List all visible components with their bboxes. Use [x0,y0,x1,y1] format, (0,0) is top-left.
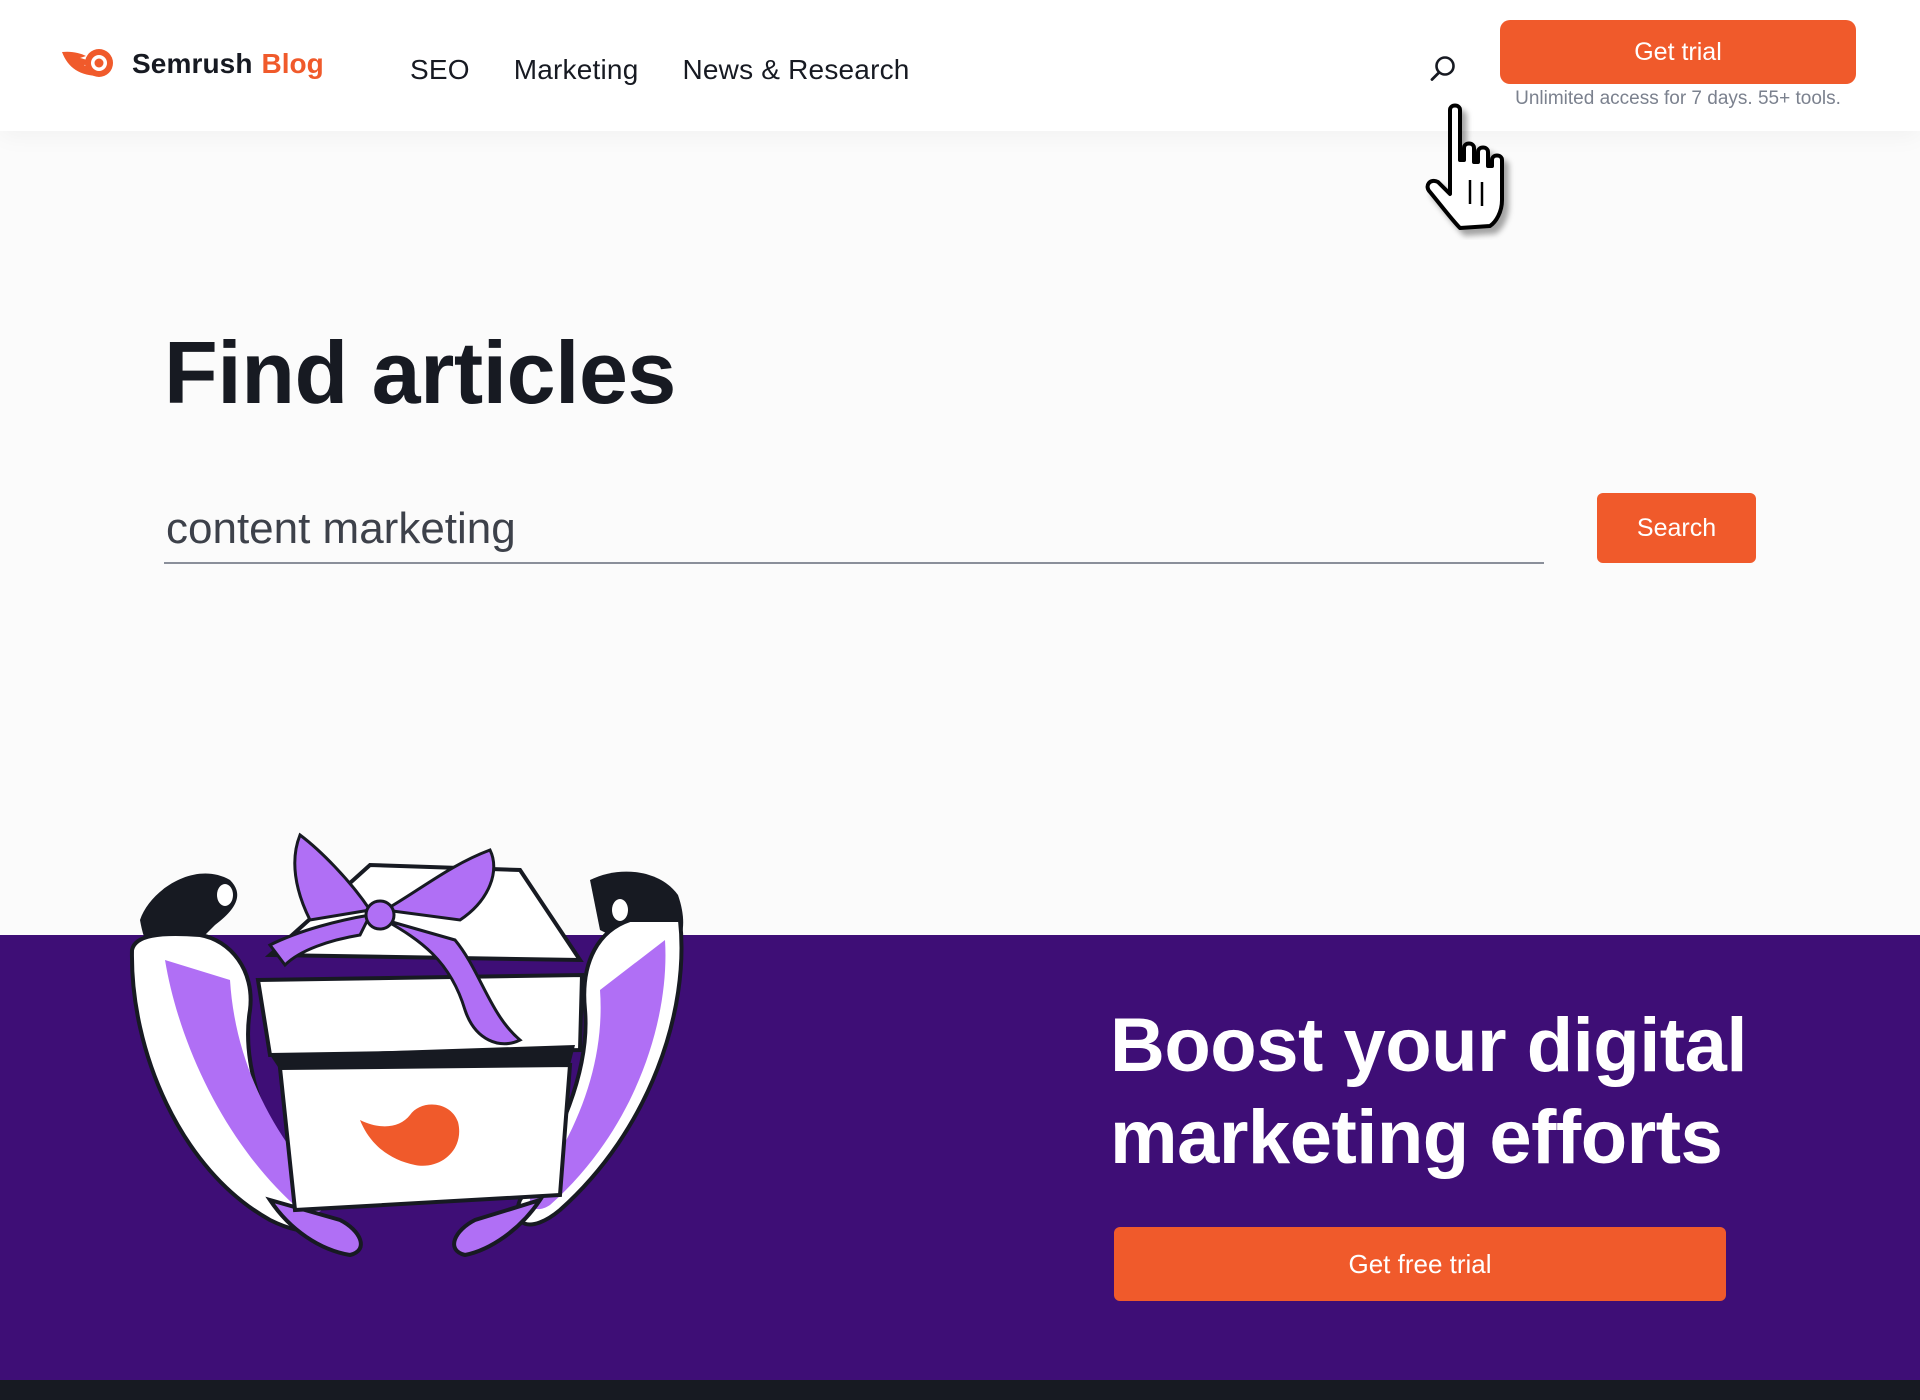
search-icon[interactable] [1428,54,1458,84]
main-nav: SEO Marketing News & Research [410,48,910,92]
page-title: Find articles [164,323,676,422]
site-header: Semrush Blog SEO Marketing News & Resear… [0,0,1920,131]
page: Semrush Blog SEO Marketing News & Resear… [0,0,1920,1400]
search-button[interactable]: Search [1597,493,1756,563]
promo-heading: Boost your digital marketing efforts [1110,1003,1748,1180]
gift-box-hands-illustration [129,832,684,1258]
semrush-blog-logo[interactable]: Semrush Blog [60,44,324,84]
semrush-logo-icon [62,49,113,77]
article-search-input[interactable] [164,496,1544,564]
footer-strip [0,1380,1920,1400]
nav-item-seo[interactable]: SEO [410,48,470,92]
brand-suffix: Blog [261,48,324,79]
trial-note: Unlimited access for 7 days. 55+ tools. [1515,88,1841,109]
get-free-trial-button[interactable]: Get free trial [1114,1227,1726,1301]
nav-item-marketing[interactable]: Marketing [514,48,639,92]
trial-cta: Get trial Unlimited access for 7 days. 5… [1500,20,1856,110]
nav-item-news-research[interactable]: News & Research [682,48,909,92]
brand-name: Semrush [132,48,253,79]
get-trial-button[interactable]: Get trial [1500,20,1856,84]
